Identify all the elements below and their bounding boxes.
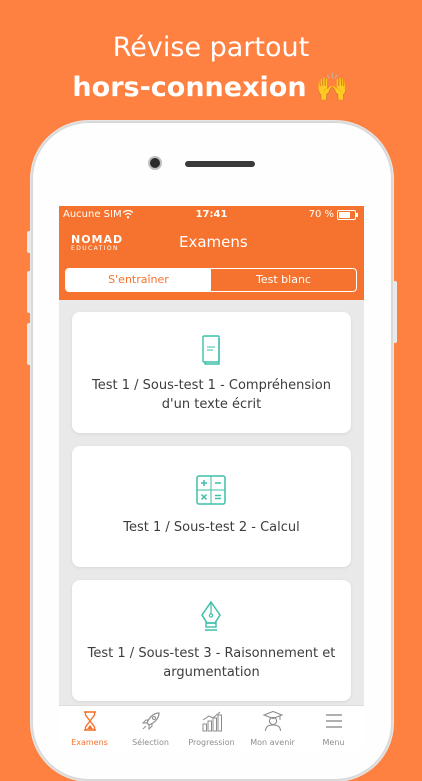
- earpiece-speaker: [185, 161, 255, 167]
- tab-menu[interactable]: Menu: [303, 706, 364, 750]
- bar-chart-icon: [202, 711, 222, 732]
- tab-label: Sélection: [132, 738, 169, 747]
- page-title: Examens: [179, 233, 248, 251]
- book-icon: [202, 335, 220, 365]
- segment-mock-test[interactable]: Test blanc: [211, 269, 356, 291]
- calculator-icon: [196, 475, 226, 505]
- tab-examens[interactable]: Examens: [59, 706, 120, 750]
- bottom-tab-bar: Examens Sélection Progression Mon avenir…: [59, 705, 364, 750]
- exam-card-calculation[interactable]: Test 1 / Sous-test 2 - Calcul: [72, 446, 351, 567]
- status-bar: Aucune SIM 17:41 70 %: [59, 206, 364, 224]
- segment-train[interactable]: S'entraîner: [66, 269, 211, 291]
- exam-card-label: Test 1 / Sous-test 1 - Compréhension d'u…: [92, 378, 331, 412]
- nomad-logo: NOMAD EDUCATION: [71, 234, 123, 253]
- battery-percent: 70 %: [308, 209, 334, 220]
- tab-label: Menu: [322, 738, 345, 747]
- tab-label: Mon avenir: [250, 738, 295, 747]
- exam-card-reasoning[interactable]: Test 1 / Sous-test 3 - Raisonnement et a…: [72, 580, 351, 701]
- menu-icon: [325, 714, 342, 728]
- tab-mon-avenir[interactable]: Mon avenir: [242, 706, 303, 750]
- app-header: Aucune SIM 17:41 70 % NOMAD EDUCATION Ex…: [59, 206, 364, 300]
- promo-line-2: hors-connexion 🙌: [72, 72, 350, 103]
- mode-segmented-control: S'entraîner Test blanc: [65, 268, 357, 292]
- tab-label: Examens: [71, 738, 108, 747]
- rocket-icon: [141, 712, 160, 731]
- battery-icon: [337, 210, 358, 220]
- graduate-icon: [261, 710, 284, 732]
- promo-line-1: Révise partout: [112, 32, 310, 63]
- hourglass-icon: [83, 711, 96, 731]
- exam-card-comprehension[interactable]: Test 1 / Sous-test 1 - Compréhension d'u…: [72, 312, 351, 433]
- power-button: [393, 281, 397, 343]
- fountain-pen-icon: [201, 600, 221, 631]
- logo-wordmark: NOMAD: [71, 233, 124, 246]
- tab-label: Progression: [188, 738, 235, 747]
- logo-subtitle: EDUCATION: [71, 245, 119, 252]
- tab-progression[interactable]: Progression: [181, 706, 242, 750]
- tab-selection[interactable]: Sélection: [120, 706, 181, 750]
- exam-card-label: Test 1 / Sous-test 2 - Calcul: [123, 520, 300, 535]
- volume-up-button: [27, 271, 31, 313]
- volume-down-button: [27, 323, 31, 365]
- front-camera: [150, 158, 160, 168]
- mute-switch: [27, 231, 31, 253]
- exam-card-label: Test 1 / Sous-test 3 - Raisonnement et a…: [87, 646, 336, 680]
- app-screen: Aucune SIM 17:41 70 % NOMAD EDUCATION Ex…: [59, 206, 364, 750]
